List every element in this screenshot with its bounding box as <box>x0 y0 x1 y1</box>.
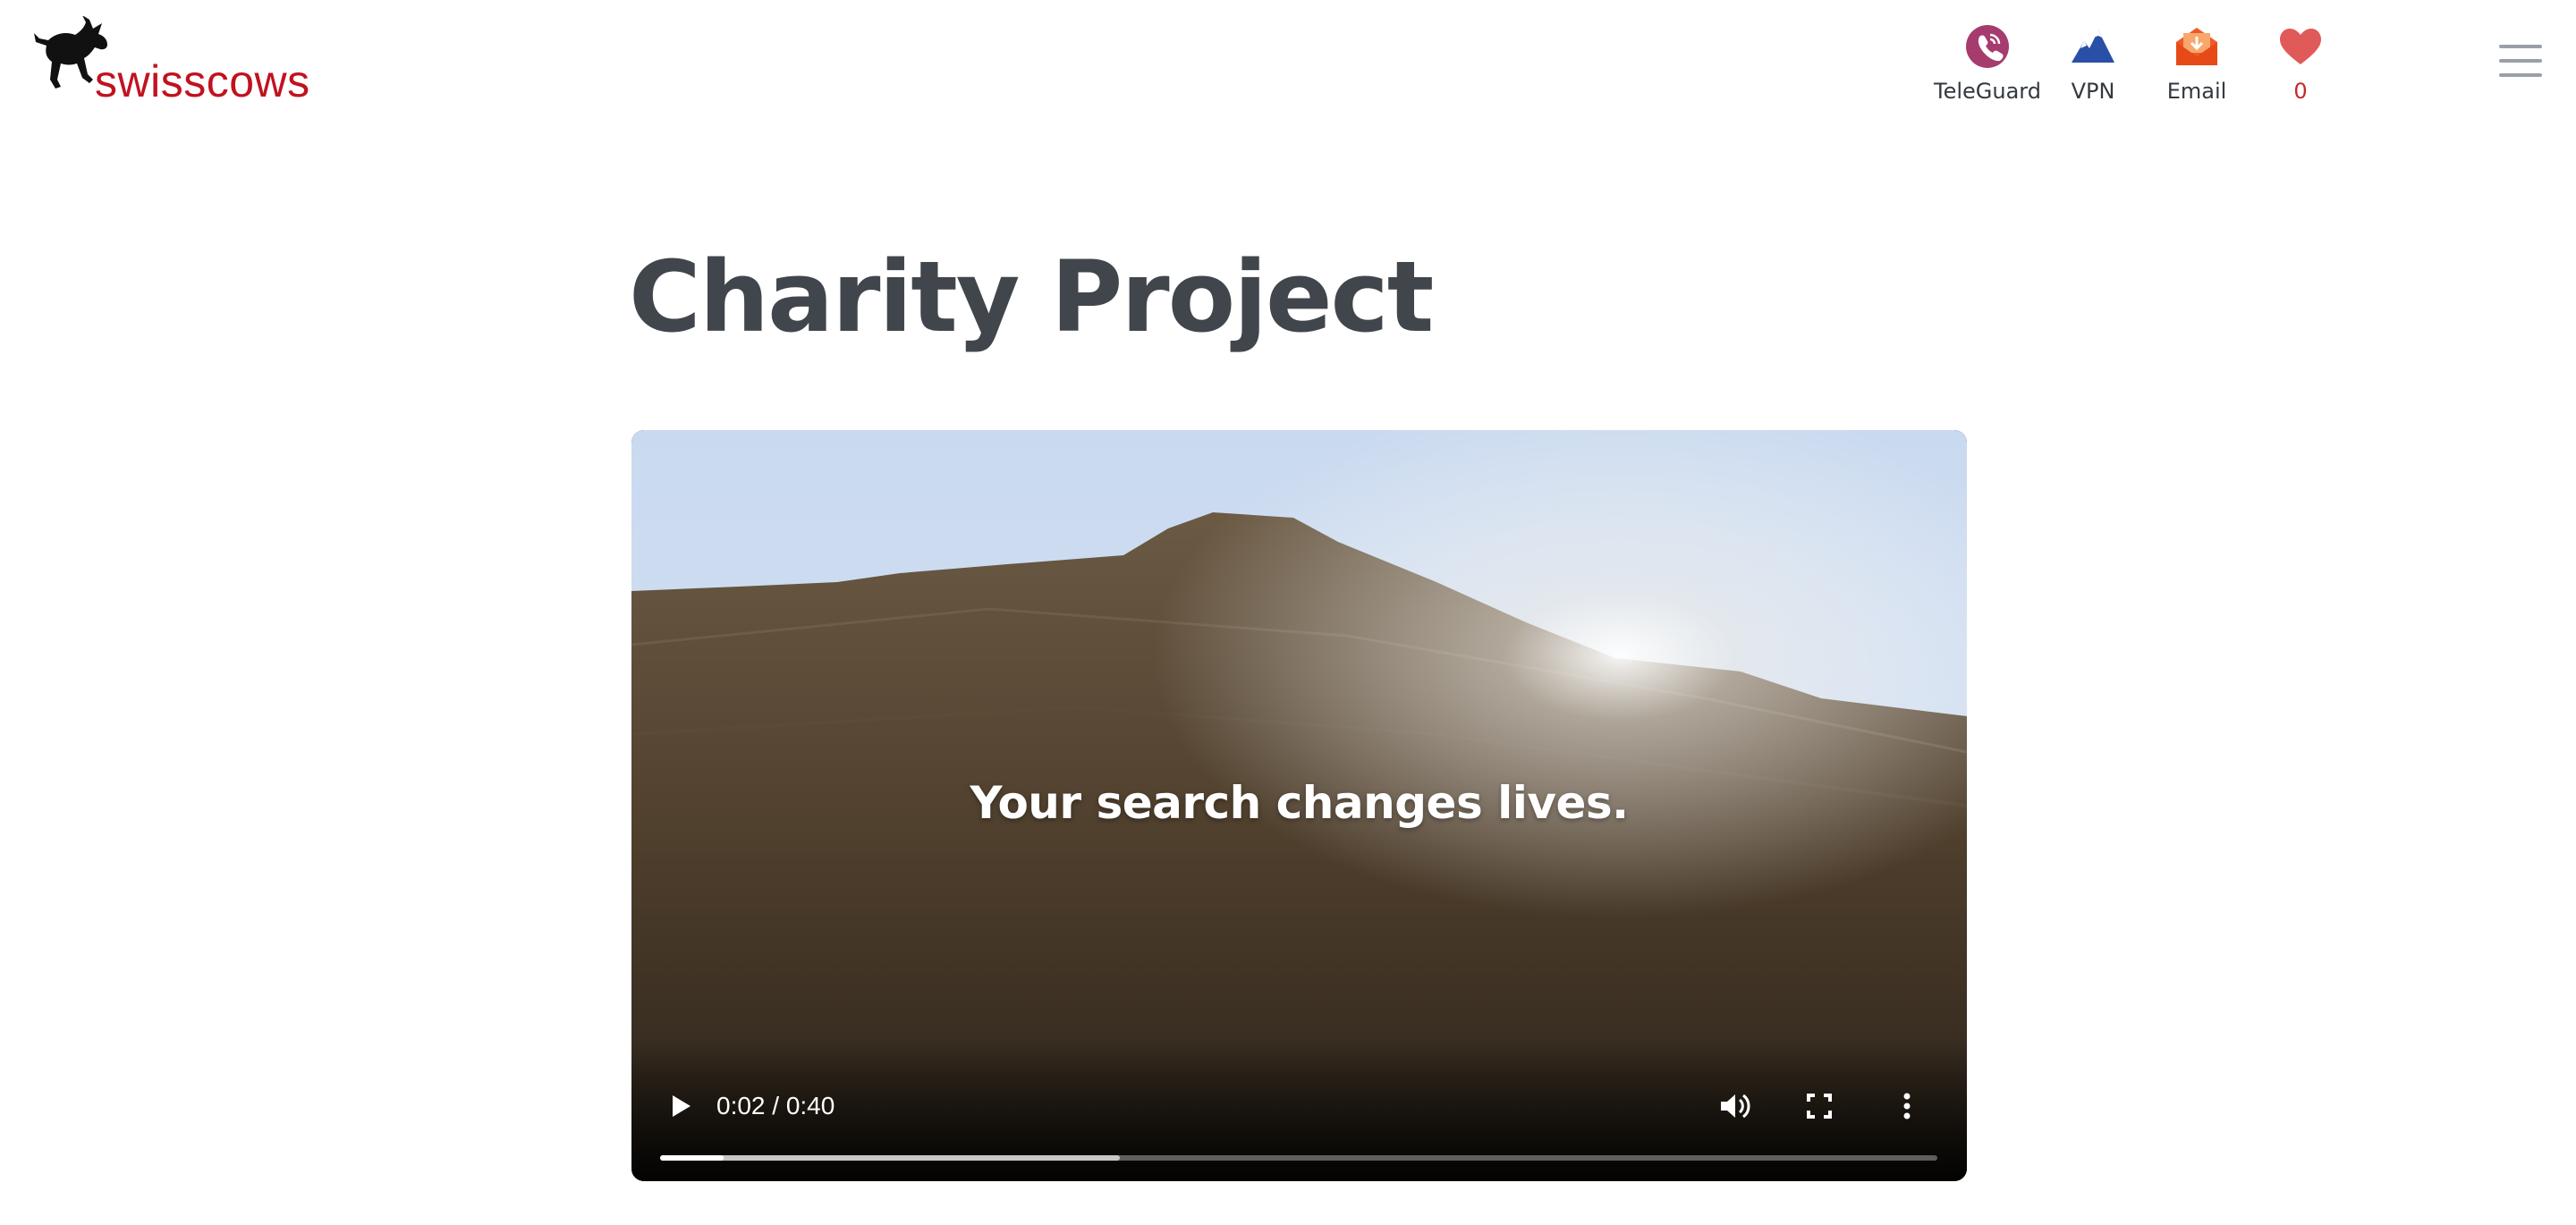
menu-bar <box>2499 73 2542 77</box>
video-player[interactable]: Your search changes lives. 0:02 / 0:40 <box>631 430 1967 1181</box>
page-title: Charity Project <box>629 240 1434 354</box>
nav-email[interactable]: Email <box>2145 23 2249 104</box>
more-options-button[interactable] <box>1889 1088 1925 1124</box>
nav-email-label: Email <box>2166 79 2227 104</box>
buffered-bar <box>660 1155 1121 1161</box>
volume-button[interactable] <box>1716 1088 1751 1124</box>
play-button[interactable] <box>662 1088 698 1124</box>
nav-teleguard-label: TeleGuard <box>1934 79 2041 104</box>
volume-icon <box>1721 1094 1750 1119</box>
video-time: 0:02 / 0:40 <box>716 1092 835 1119</box>
favorites-count: 0 <box>2293 79 2308 104</box>
more-vertical-icon <box>1903 1093 1911 1119</box>
nav-vpn[interactable]: VPN <box>2041 23 2145 104</box>
play-icon <box>673 1095 691 1117</box>
video-controls: 0:02 / 0:40 <box>631 1038 1967 1181</box>
vpn-mountain-icon <box>2070 23 2116 70</box>
email-envelope-icon <box>2174 23 2220 70</box>
site-header: swisscows TeleGuard VPN Email 0 <box>0 0 2576 125</box>
video-progress-bar[interactable] <box>660 1155 1937 1161</box>
nav-teleguard[interactable]: TeleGuard <box>1934 23 2041 104</box>
played-bar <box>660 1155 724 1161</box>
nav-favorites[interactable]: 0 <box>2249 23 2352 104</box>
teleguard-icon <box>1964 23 2011 70</box>
menu-bar <box>2499 59 2542 63</box>
menu-bar <box>2499 45 2542 48</box>
brand-name: swisscows <box>95 56 310 106</box>
fullscreen-button[interactable] <box>1801 1088 1837 1124</box>
nav-vpn-label: VPN <box>2071 79 2115 104</box>
top-nav: TeleGuard VPN Email 0 <box>1934 23 2352 104</box>
video-caption: Your search changes lives. <box>970 777 1629 829</box>
swisscows-logo[interactable]: swisscows <box>34 16 309 110</box>
heart-icon <box>2277 23 2324 70</box>
hamburger-menu-icon[interactable] <box>2499 45 2542 77</box>
fullscreen-icon <box>1807 1094 1832 1119</box>
